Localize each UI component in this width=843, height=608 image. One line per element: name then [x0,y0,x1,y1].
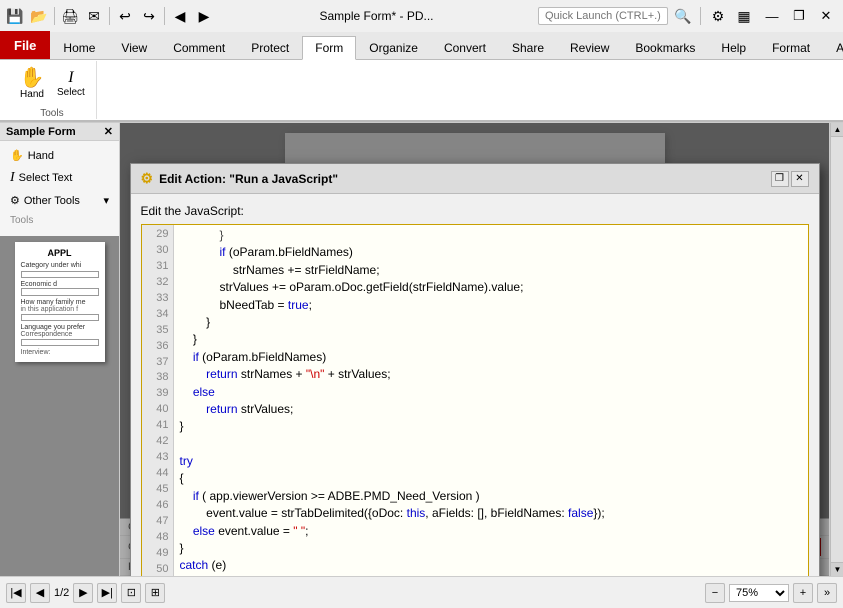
restore-button[interactable]: ❐ [786,5,812,27]
modal-controls: ❐ ✕ [771,171,809,187]
redo-icon[interactable]: ↪ [138,5,160,27]
title-bar: 💾 📂 🖨 ✉ ↩ ↪ ◀ ▶ Sample Form* - PD... 🔍 ⚙… [0,0,843,32]
zoom-select[interactable]: 75% 25% 50% 100% 125% 150% 200% [729,584,789,602]
settings-icon[interactable]: ⚙ [707,5,729,27]
status-left: |◀ ◀ 1/2 ▶ ▶| ⊡ ⊞ [6,583,165,603]
toolbar-separator-3 [164,7,165,25]
tab-share[interactable]: Share [499,35,557,59]
dropdown-arrow-icon: ▾ [103,194,109,207]
scroll-up-btn[interactable]: ▲ [831,123,843,137]
left-panel: Sample Form ✕ ✋ Hand I Select Text ⚙ Oth… [0,123,120,576]
toolbar-separator [54,7,55,25]
hand-tool-icon: ✋ [10,149,24,162]
doc-thumbnail: APPL Category under whi Economic d How m… [15,242,105,362]
ribbon-group-tools: ✋ Hand I Select Tools [8,61,97,119]
hand-icon: ✋ [20,68,45,88]
tab-bookmarks[interactable]: Bookmarks [622,35,708,59]
app-title: Sample Form* - PD... [219,9,534,23]
ribbon-tabs: File Home View Comment Protect Form Orga… [0,32,843,60]
ribbon-content: ✋ Hand I Select Tools [0,60,843,122]
toolbar-separator-2 [109,7,110,25]
minimize-button[interactable]: — [759,5,785,27]
other-tools-icon: ⚙ [10,194,20,207]
toolbar-icons: 💾 📂 🖨 ✉ ↩ ↪ ◀ ▶ [4,5,215,27]
close-button[interactable]: ✕ [813,5,839,27]
page-indicator: 1/2 [54,587,69,599]
thumb-field-1 [21,271,99,278]
forward-icon[interactable]: ▶ [193,5,215,27]
modal-body: Edit the JavaScript: 29 30 31 32 33 34 3… [131,194,819,576]
code-editor[interactable]: 29 30 31 32 33 34 35 36 37 38 39 40 [141,224,809,576]
tab-view[interactable]: View [108,35,160,59]
tab-help[interactable]: Help [708,35,759,59]
tool-select-text[interactable]: I Select Text [4,166,115,190]
tab-file[interactable]: File [0,31,50,59]
modal-overlay: ⚙ Edit Action: "Run a JavaScript" ❐ ✕ Ed… [120,123,829,576]
last-page-btn[interactable]: ▶| [97,583,117,603]
zoom-out-btn[interactable]: − [705,583,725,603]
line-numbers: 29 30 31 32 33 34 35 36 37 38 39 40 [142,225,174,576]
ribbon-group-label: Tools [40,108,63,119]
save-icon[interactable]: 💾 [4,5,26,27]
ribbon-btn-hand[interactable]: ✋ Hand [14,65,50,103]
tab-home[interactable]: Home [50,35,108,59]
tab-form[interactable]: Form [302,36,356,60]
quick-launch-input[interactable] [538,7,668,25]
modal-title: ⚙ Edit Action: "Run a JavaScript" [141,170,339,187]
left-panel-title: Sample Form [6,126,76,138]
window-controls: — ❐ ✕ [759,5,839,27]
tab-organize[interactable]: Organize [356,35,431,59]
tools-section-label: Tools [4,211,115,230]
modal-restore-button[interactable]: ❐ [771,171,789,187]
right-panel: ▲ ▼ [829,123,843,576]
code-content[interactable]: } if (oParam.bFieldNames) strNames += st… [174,225,808,576]
first-page-btn[interactable]: |◀ [6,583,26,603]
ribbon-btn-select[interactable]: I Select [52,67,90,101]
ribbon-group-buttons: ✋ Hand I Select [14,61,90,106]
scroll-down-btn[interactable]: ▼ [831,562,843,576]
tab-review[interactable]: Review [557,35,622,59]
zoom-in-btn[interactable]: + [793,583,813,603]
prev-page-btn[interactable]: ◀ [30,583,50,603]
open-icon[interactable]: 📂 [28,5,50,27]
tool-hand[interactable]: ✋ Hand [4,145,115,166]
left-panel-header: Sample Form ✕ [0,123,119,141]
modal-titlebar: ⚙ Edit Action: "Run a JavaScript" ❐ ✕ [131,164,819,194]
email-icon[interactable]: ✉ [83,5,105,27]
tab-protect[interactable]: Protect [238,35,302,59]
next-page-btn[interactable]: ▶ [73,583,93,603]
tab-comment[interactable]: Comment [160,35,238,59]
modal-close-button[interactable]: ✕ [791,171,809,187]
fit-page-btn[interactable]: ⊡ [121,583,141,603]
right-scrollbar[interactable]: ▲ ▼ [830,123,843,576]
thumb-field-4 [21,339,99,346]
tab-convert[interactable]: Convert [431,35,499,59]
status-bar: |◀ ◀ 1/2 ▶ ▶| ⊡ ⊞ − 75% 25% 50% 100% 125… [0,576,843,608]
tool-other[interactable]: ⚙ Other Tools ▾ [4,190,115,211]
document-area: Calculation Type Custom Script Calculati… [120,123,829,576]
thumb-field-3 [21,314,99,321]
modal-title-icon: ⚙ [141,170,154,187]
undo-icon[interactable]: ↩ [114,5,136,27]
left-tools: ✋ Hand I Select Text ⚙ Other Tools ▾ Too… [0,141,119,236]
select-text-icon: I [10,170,15,186]
left-panel-close[interactable]: ✕ [104,125,113,138]
grid-icon[interactable]: ▦ [733,5,755,27]
print-icon[interactable]: 🖨 [59,5,81,27]
thumb-field-2 [21,288,99,295]
fit-width-btn[interactable]: ⊞ [145,583,165,603]
modal-dialog: ⚙ Edit Action: "Run a JavaScript" ❐ ✕ Ed… [130,163,820,576]
tab-arrange[interactable]: Arrange [823,35,843,59]
back-icon[interactable]: ◀ [169,5,191,27]
toolbar-sep-4 [700,7,701,25]
select-icon: I [68,70,73,86]
doc-thumbnail-title: APPL [21,248,99,258]
thumbnail-area: APPL Category under whi Economic d How m… [0,236,119,576]
tab-format[interactable]: Format [759,35,823,59]
more-options-btn[interactable]: » [817,583,837,603]
status-right: − 75% 25% 50% 100% 125% 150% 200% + » [705,583,837,603]
search-icon[interactable]: 🔍 [672,5,694,27]
modal-body-label: Edit the JavaScript: [141,204,809,218]
